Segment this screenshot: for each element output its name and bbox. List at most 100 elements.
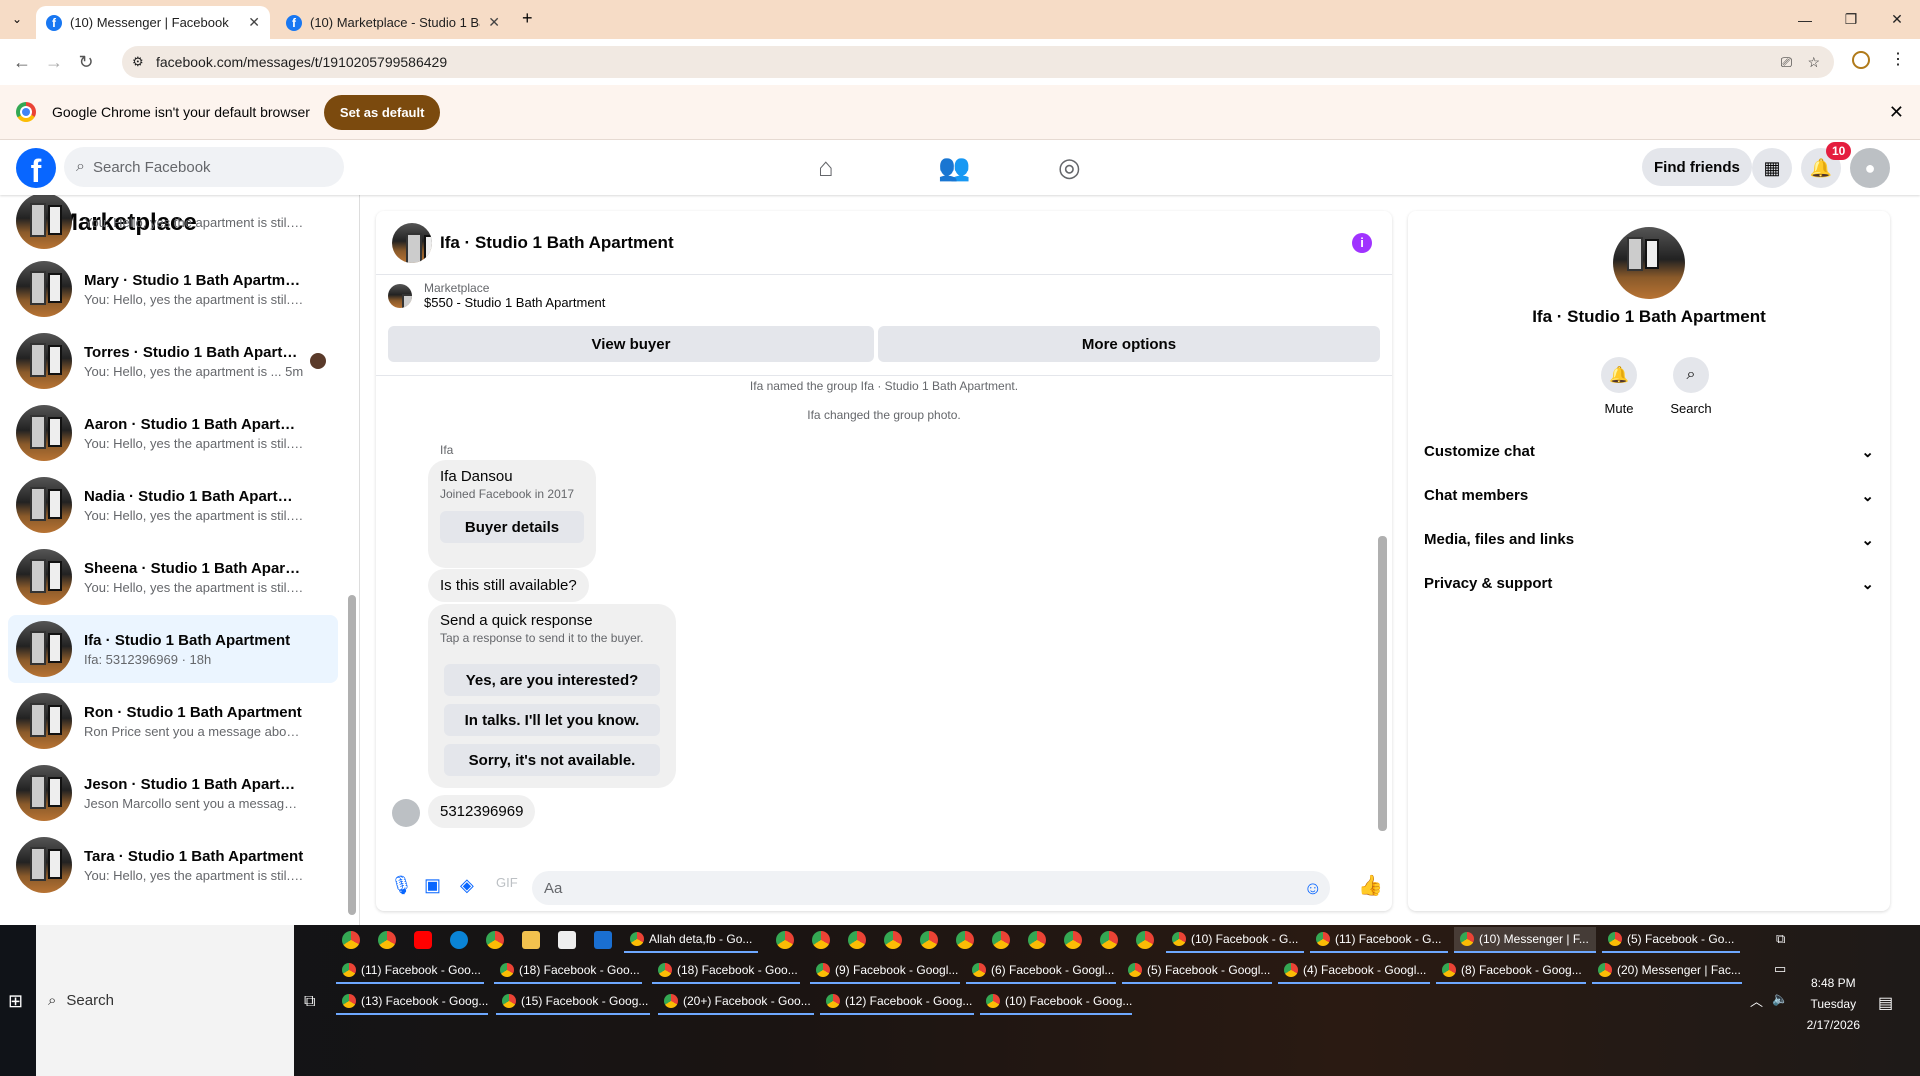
chat-scrollbar[interactable] bbox=[1378, 536, 1387, 831]
close-tab-icon[interactable]: ✕ bbox=[488, 14, 500, 31]
taskbar-window[interactable]: (11) Facebook - G... bbox=[1310, 927, 1448, 953]
profile-icon[interactable] bbox=[1852, 51, 1870, 69]
taskbar-window[interactable]: (6) Facebook - Googl... bbox=[966, 958, 1116, 984]
conversation-item[interactable]: Torres · Studio 1 Bath Apartm... You: Hel… bbox=[8, 327, 338, 395]
conversation-item[interactable]: Ron · Studio 1 Bath Apartment Ron Price s… bbox=[8, 687, 338, 755]
close-tab-icon[interactable]: ✕ bbox=[248, 14, 260, 31]
mute-button[interactable]: 🔔 Mute bbox=[1594, 357, 1644, 416]
search-button[interactable]: ⌕ Search bbox=[1666, 357, 1716, 416]
like-thumb-icon[interactable]: 👍 bbox=[1358, 873, 1383, 898]
find-friends-button[interactable]: Find friends bbox=[1642, 148, 1752, 186]
conversation-item[interactable]: Tara · Studio 1 Bath Apartment You: Hello… bbox=[8, 831, 338, 899]
details-avatar[interactable] bbox=[1613, 227, 1685, 299]
url-bar[interactable]: ⚙ facebook.com/messages/t/19102057995864… bbox=[122, 46, 1834, 78]
groups-icon[interactable]: ◎ bbox=[1058, 152, 1081, 183]
sidebar-scrollbar[interactable] bbox=[348, 595, 356, 915]
chrome-icon[interactable] bbox=[1028, 931, 1046, 949]
chrome-icon[interactable] bbox=[1136, 931, 1154, 949]
media-files-links-row[interactable]: Media, files and links ⌄ bbox=[1424, 531, 1874, 549]
privacy-support-row[interactable]: Privacy & support ⌄ bbox=[1424, 575, 1874, 593]
tray-chevron-icon[interactable]: ︿ bbox=[1750, 991, 1763, 1010]
back-icon[interactable]: ← bbox=[6, 52, 38, 73]
taskbar-window[interactable]: (18) Facebook - Goo... bbox=[494, 958, 642, 984]
forward-icon[interactable]: → bbox=[38, 52, 70, 73]
notification-monitor-icon[interactable]: ▭ bbox=[1774, 961, 1786, 977]
outlook-icon[interactable] bbox=[594, 931, 612, 949]
menu-grid-icon[interactable]: ▦ bbox=[1752, 148, 1792, 188]
more-options-button[interactable]: More options bbox=[878, 326, 1380, 362]
app-icon[interactable] bbox=[378, 931, 396, 949]
chat-members-row[interactable]: Chat members ⌄ bbox=[1424, 487, 1874, 505]
tab-messenger[interactable]: f (10) Messenger | Facebook ✕ bbox=[36, 6, 270, 39]
restore-icon[interactable]: ❐ bbox=[1828, 11, 1874, 28]
taskbar-overflow-icon[interactable]: ⧉ bbox=[1776, 931, 1785, 947]
close-window-icon[interactable]: ✕ bbox=[1874, 11, 1920, 28]
minimize-icon[interactable]: — bbox=[1782, 12, 1828, 28]
tab-marketplace[interactable]: f (10) Marketplace - Studio 1 Bat ✕ bbox=[276, 6, 510, 39]
taskbar-window[interactable]: (11) Facebook - Goo... bbox=[336, 958, 484, 984]
chrome-icon[interactable] bbox=[776, 931, 794, 949]
menu-dots-icon[interactable]: ⋮ bbox=[1890, 49, 1906, 69]
conversation-item[interactable]: Sheena · Studio 1 Bath Apartment You: Hel… bbox=[8, 543, 338, 611]
chrome-icon[interactable] bbox=[1100, 931, 1118, 949]
home-icon[interactable]: ⌂ bbox=[818, 152, 834, 183]
new-tab-icon[interactable]: + bbox=[522, 8, 533, 29]
file-explorer-icon[interactable] bbox=[522, 931, 540, 949]
taskbar-window[interactable]: (8) Facebook - Goog... bbox=[1436, 958, 1586, 984]
message-input[interactable]: Aa ☺ bbox=[532, 871, 1330, 905]
chat-avatar[interactable] bbox=[392, 222, 432, 263]
youtube-icon[interactable] bbox=[414, 931, 432, 949]
chrome-icon[interactable] bbox=[992, 931, 1010, 949]
close-infobar-icon[interactable]: ✕ bbox=[1889, 102, 1904, 123]
gif-icon[interactable]: GIF bbox=[496, 875, 518, 890]
conversation-item[interactable]: Mary · Studio 1 Bath Apartment You: Hello… bbox=[8, 255, 338, 323]
buyer-details-button[interactable]: Buyer details bbox=[440, 511, 584, 543]
taskbar-window-active[interactable]: (10) Messenger | F... bbox=[1454, 927, 1596, 953]
microphone-icon[interactable]: 🎙 bbox=[390, 875, 413, 896]
taskbar-window[interactable]: (15) Facebook - Goog... bbox=[496, 989, 650, 1015]
friends-icon[interactable]: 👥 bbox=[938, 152, 970, 183]
system-clock[interactable]: 8:48 PM Tuesday 2/17/2026 bbox=[1807, 973, 1860, 1036]
taskbar-search[interactable]: ⌕ Search bbox=[36, 925, 294, 1076]
conversation-item[interactable]: Jeson · Studio 1 Bath Apartment Jeson Mar… bbox=[8, 759, 338, 827]
taskbar-window[interactable]: (10) Facebook - G... bbox=[1166, 927, 1304, 953]
action-center-icon[interactable]: ▤ bbox=[1878, 993, 1893, 1013]
view-buyer-button[interactable]: View buyer bbox=[388, 326, 874, 362]
set-as-default-button[interactable]: Set as default bbox=[323, 94, 441, 130]
emoji-icon[interactable]: ☺ bbox=[1304, 878, 1322, 899]
taskbar-window[interactable]: (13) Facebook - Goog... bbox=[336, 989, 488, 1015]
chrome-icon[interactable] bbox=[848, 931, 866, 949]
bookmark-star-icon[interactable]: ☆ bbox=[1807, 54, 1820, 71]
customize-chat-row[interactable]: Customize chat ⌄ bbox=[1424, 443, 1874, 461]
taskbar-window[interactable]: (9) Facebook - Googl... bbox=[810, 958, 960, 984]
chrome-icon[interactable] bbox=[812, 931, 830, 949]
quick-response-not-available[interactable]: Sorry, it's not available. bbox=[444, 744, 660, 776]
quick-response-yes[interactable]: Yes, are you interested? bbox=[444, 664, 660, 696]
info-icon[interactable]: i bbox=[1352, 233, 1372, 253]
taskbar-window[interactable]: (12) Facebook - Goog... bbox=[820, 989, 974, 1015]
windows-start-icon[interactable]: ⊞ bbox=[8, 991, 23, 1012]
facebook-search-input[interactable]: ⌕ Search Facebook bbox=[64, 147, 344, 187]
taskbar-window[interactable]: (4) Facebook - Googl... bbox=[1278, 958, 1430, 984]
taskbar-window[interactable]: (18) Facebook - Goo... bbox=[652, 958, 800, 984]
store-icon[interactable] bbox=[558, 931, 576, 949]
conversation-item-active[interactable]: Ifa · Studio 1 Bath Apartment Ifa: 531239… bbox=[8, 615, 338, 683]
install-icon[interactable]: ⎚ bbox=[1781, 54, 1792, 71]
taskbar-window[interactable]: (20+) Facebook - Goo... bbox=[658, 989, 814, 1015]
taskbar-window[interactable]: (5) Facebook - Googl... bbox=[1122, 958, 1272, 984]
chat-title[interactable]: Ifa · Studio 1 Bath Apartment bbox=[440, 233, 674, 253]
task-view-icon[interactable]: ⧉ bbox=[304, 993, 315, 1011]
chrome-icon[interactable] bbox=[486, 931, 504, 949]
taskbar-window[interactable]: (20) Messenger | Fac... bbox=[1592, 958, 1742, 984]
edge-icon[interactable] bbox=[450, 931, 468, 949]
chrome-icon[interactable] bbox=[956, 931, 974, 949]
conversation-item[interactable]: You: Hello, yes the apartment is stil...… bbox=[8, 195, 338, 255]
conversation-item[interactable]: Aaron · Studio 1 Bath Apartment You: Hell… bbox=[8, 399, 338, 467]
quick-response-talks[interactable]: In talks. I'll let you know. bbox=[444, 704, 660, 736]
chrome-icon[interactable] bbox=[920, 931, 938, 949]
reload-icon[interactable]: ↻ bbox=[70, 52, 102, 73]
sticker-icon[interactable]: ◈ bbox=[460, 875, 474, 896]
taskbar-window[interactable]: (10) Facebook - Goog... bbox=[980, 989, 1132, 1015]
site-info-icon[interactable]: ⚙ bbox=[132, 54, 144, 70]
app-icon[interactable] bbox=[342, 931, 360, 949]
